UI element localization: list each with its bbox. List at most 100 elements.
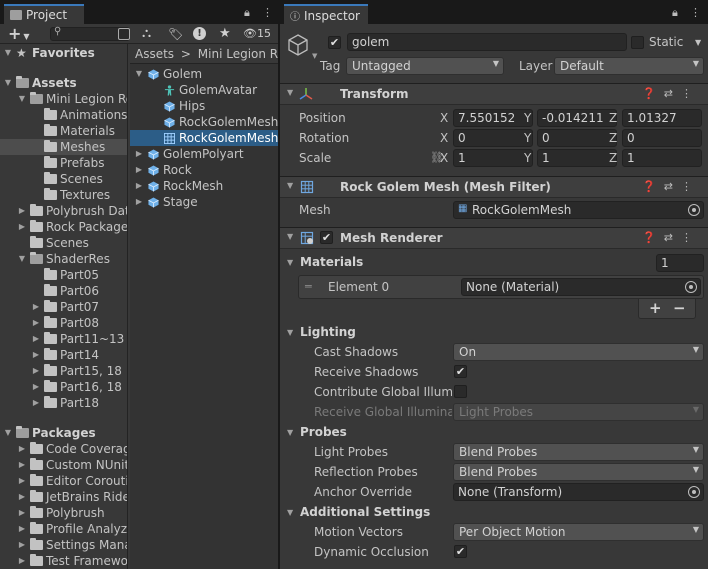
collapsed-arrow-icon[interactable]: ▶ xyxy=(31,379,41,395)
collapsed-arrow-icon[interactable]: ▶ xyxy=(17,537,27,553)
reflection-probes-dropdown[interactable]: Blend Probes ▼ xyxy=(453,463,704,481)
asset-item[interactable]: GolemAvatar xyxy=(130,82,278,98)
object-picker-icon[interactable] xyxy=(685,281,697,293)
tag-dropdown[interactable]: Untagged ▼ xyxy=(346,57,504,75)
foldout-arrow-icon[interactable]: ▼ xyxy=(287,328,293,337)
tree-item[interactable]: Textures xyxy=(0,187,127,203)
tree-item[interactable]: ▶ Part16, 18 xyxy=(0,379,127,395)
axis-z-label[interactable]: Z xyxy=(609,111,617,125)
collapsed-arrow-icon[interactable]: ▶ xyxy=(17,219,27,235)
collapsed-arrow-icon[interactable]: ▶ xyxy=(17,521,27,537)
axis-x-label[interactable]: X xyxy=(440,131,448,145)
anchor-override-field[interactable]: None (Transform) xyxy=(453,483,704,501)
warning-filter-icon[interactable]: ! xyxy=(193,27,206,40)
static-checkbox[interactable] xyxy=(631,36,644,49)
contribute-gi-checkbox[interactable] xyxy=(454,385,467,398)
asset-item[interactable]: RockGolemMesh xyxy=(130,130,278,146)
mesh-filter-header[interactable]: ▼ Rock Golem Mesh (Mesh Filter) ❓⇄⋮ xyxy=(280,176,708,198)
drag-handle-icon[interactable]: ═ xyxy=(305,280,312,293)
kebab-menu-icon[interactable]: ⋮ xyxy=(262,6,273,19)
asset-item[interactable]: ▶ Rock xyxy=(130,162,278,178)
tree-item[interactable]: Meshes xyxy=(0,139,127,155)
tree-item[interactable]: Part06 xyxy=(0,283,127,299)
tree-item[interactable]: ▶ Custom NUnit xyxy=(0,457,127,473)
collapsed-arrow-icon[interactable]: ▶ xyxy=(31,299,41,315)
expanded-arrow-icon[interactable]: ▼ xyxy=(17,251,27,267)
tree-item[interactable]: ▶ Editor Coroutines xyxy=(0,473,127,489)
foldout-arrow-icon[interactable]: ▼ xyxy=(287,428,293,437)
dynamic-occlusion-checkbox[interactable]: ✔ xyxy=(454,545,467,558)
tree-item[interactable]: ▼ Packages xyxy=(0,425,127,441)
static-dropdown-icon[interactable]: ▼ xyxy=(695,38,701,47)
collapsed-arrow-icon[interactable]: ▶ xyxy=(17,203,27,219)
breadcrumb-item[interactable]: Assets xyxy=(135,47,174,61)
active-checkbox[interactable]: ✔ xyxy=(328,36,341,49)
asset-item[interactable]: ▶ RockMesh xyxy=(130,178,278,194)
asset-item[interactable]: ▶ GolemPolyart xyxy=(130,146,278,162)
foldout-arrow-icon[interactable]: ▼ xyxy=(287,88,293,97)
collapsed-arrow-icon[interactable]: ▶ xyxy=(31,331,41,347)
light-probes-dropdown[interactable]: Blend Probes ▼ xyxy=(453,443,704,461)
collapsed-arrow-icon[interactable]: ▶ xyxy=(17,553,27,569)
collapsed-arrow-icon[interactable]: ▶ xyxy=(17,457,27,473)
position-z-field[interactable]: 1.01327 xyxy=(622,109,702,127)
favorite-star-icon[interactable]: ★ xyxy=(219,24,231,44)
tree-item[interactable]: ▶ Polybrush Data xyxy=(0,203,127,219)
foldout-arrow-icon[interactable]: ▼ xyxy=(287,232,293,241)
expanded-arrow-icon[interactable]: ▼ xyxy=(17,91,27,107)
component-tools[interactable]: ❓⇄⋮ xyxy=(642,87,700,100)
tree-item[interactable]: ▶ Polybrush xyxy=(0,505,127,521)
add-button[interactable]: + ▼ xyxy=(8,24,30,44)
add-element-button[interactable]: + xyxy=(649,299,662,317)
collapsed-arrow-icon[interactable]: ▶ xyxy=(31,395,41,411)
collapsed-arrow-icon[interactable]: ▶ xyxy=(31,347,41,363)
tab-inspector[interactable]: ⓘ Inspector xyxy=(284,4,368,24)
tree-item[interactable]: Animations xyxy=(0,107,127,123)
tree-item[interactable]: ▶ Part07 xyxy=(0,299,127,315)
lock-icon[interactable]: 🔒︎ xyxy=(244,6,250,20)
axis-x-label[interactable]: X xyxy=(440,111,448,125)
tree-item[interactable]: ▶ Rock Package xyxy=(0,219,127,235)
tree-item[interactable]: ▶ Part08 xyxy=(0,315,127,331)
asset-item[interactable]: ▼ Golem xyxy=(130,66,278,82)
asset-item[interactable]: Hips xyxy=(130,98,278,114)
cast-shadows-dropdown[interactable]: On ▼ xyxy=(453,343,704,361)
tree-item[interactable]: Scenes xyxy=(0,235,127,251)
collapsed-arrow-icon[interactable]: ▶ xyxy=(17,489,27,505)
tree-item[interactable]: ▼ Assets xyxy=(0,75,127,91)
rotation-x-field[interactable]: 0 xyxy=(453,129,533,147)
mesh-renderer-header[interactable]: ▼ ✔ Mesh Renderer ❓⇄⋮ xyxy=(280,227,708,249)
tree-item[interactable]: ▶ Part18 xyxy=(0,395,127,411)
foldout-arrow-icon[interactable]: ▼ xyxy=(287,508,293,517)
scale-y-field[interactable]: 1 xyxy=(537,149,617,167)
component-tools[interactable]: ❓⇄⋮ xyxy=(642,180,700,193)
collapsed-arrow-icon[interactable]: ▶ xyxy=(31,315,41,331)
position-x-field[interactable]: 7.550152 xyxy=(453,109,533,127)
remove-element-button[interactable]: − xyxy=(673,299,686,317)
collapsed-arrow-icon[interactable]: ▶ xyxy=(134,162,144,178)
tree-item[interactable]: Prefabs xyxy=(0,155,127,171)
tree-item[interactable]: ▼ ShaderRes xyxy=(0,251,127,267)
collapsed-arrow-icon[interactable]: ▶ xyxy=(134,146,144,162)
receive-shadows-checkbox[interactable]: ✔ xyxy=(454,365,467,378)
tree-item[interactable]: ▶ Test Framework xyxy=(0,553,127,569)
asset-item[interactable]: ▶ Stage xyxy=(130,194,278,210)
tree-item[interactable]: ▼ Mini Legion Rock xyxy=(0,91,127,107)
filter-by-label-icon[interactable]: 🏷︎ xyxy=(168,24,183,44)
object-name-field[interactable]: golem xyxy=(347,33,627,51)
foldout-arrow-icon[interactable]: ▼ xyxy=(287,181,293,190)
material-object-field[interactable]: None (Material) xyxy=(461,278,701,296)
collapsed-arrow-icon[interactable]: ▶ xyxy=(134,194,144,210)
axis-y-label[interactable]: Y xyxy=(524,111,531,125)
tree-item[interactable]: ▶ Profile Analyzer xyxy=(0,521,127,537)
tree-item[interactable]: ▶ Part14 xyxy=(0,347,127,363)
tree-item[interactable]: ▶ JetBrains Rider xyxy=(0,489,127,505)
icon-dropdown-icon[interactable]: ▼ xyxy=(312,52,317,60)
tab-project[interactable]: Project xyxy=(4,4,84,24)
materials-count-field[interactable]: 1 xyxy=(656,254,704,272)
collapsed-arrow-icon[interactable]: ▶ xyxy=(17,505,27,521)
tree-item[interactable]: Scenes xyxy=(0,171,127,187)
axis-z-label[interactable]: Z xyxy=(609,131,617,145)
position-y-field[interactable]: -0.014211 xyxy=(537,109,617,127)
lock-icon[interactable]: 🔒︎ xyxy=(672,6,678,20)
